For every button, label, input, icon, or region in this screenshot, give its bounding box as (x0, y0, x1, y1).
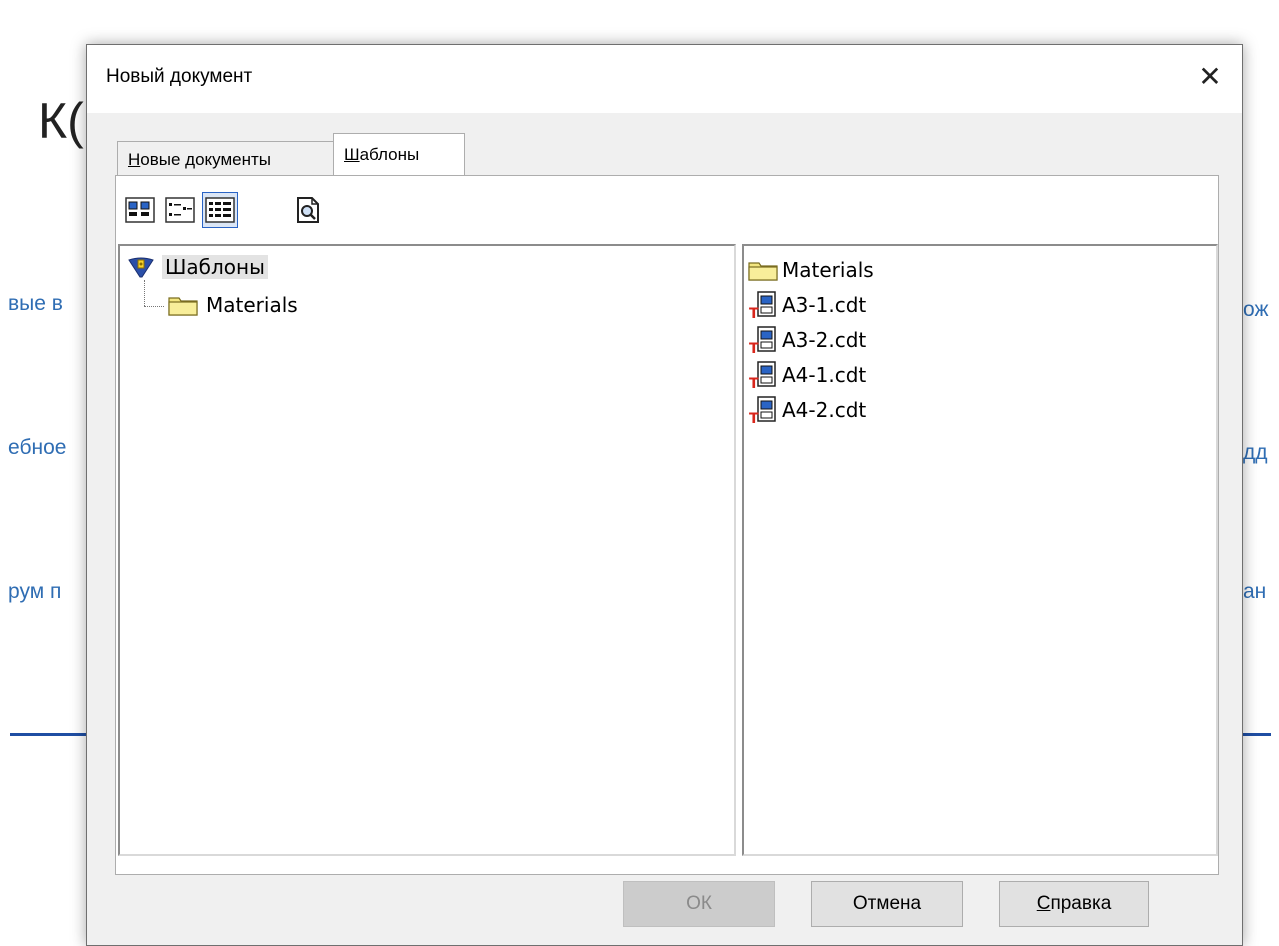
dialog-titlebar: Новый документ ✕ (87, 45, 1242, 113)
svg-text:T: T (749, 341, 759, 355)
large-icons-icon (125, 197, 155, 223)
close-button[interactable]: ✕ (1190, 59, 1230, 95)
template-file-icon: T (749, 395, 776, 425)
folder-icon (748, 261, 778, 281)
background-link[interactable]: ож (1243, 298, 1269, 322)
tree-connector (144, 306, 164, 307)
background-link[interactable]: ебное (8, 436, 66, 460)
file-name: Materials (782, 257, 874, 282)
template-file-icon: T (749, 360, 776, 390)
list-view-icon (165, 197, 195, 223)
tab-mnemonic: Ш (344, 145, 360, 164)
tree-root-label: Шаблоны (162, 255, 268, 279)
preview-button[interactable] (290, 192, 326, 228)
tab-label: овые документы (140, 150, 272, 169)
template-file-icon: T (749, 290, 776, 320)
background-link[interactable]: ан (1243, 580, 1266, 604)
help-label: правка (1050, 893, 1112, 914)
tab-strip: Новые документы Шаблоны (117, 133, 1217, 175)
tab-label: аблоны (359, 145, 420, 164)
view-toolbar (122, 192, 422, 232)
file-item-template[interactable]: T А3-1.cdt (748, 287, 874, 322)
file-list: Materials T А3-1.cdt T А3-2.cdt T А4-1.c… (748, 252, 874, 427)
file-item-template[interactable]: T А3-2.cdt (748, 322, 874, 357)
background-page-title: К( (38, 93, 84, 149)
close-icon: ✕ (1198, 60, 1222, 93)
file-list-pane[interactable]: Materials T А3-1.cdt T А3-2.cdt T А4-1.c… (742, 244, 1218, 856)
svg-text:T: T (749, 306, 759, 320)
tree-item-materials[interactable]: Materials (168, 290, 298, 320)
background-link[interactable]: дд (1243, 441, 1268, 465)
view-large-icons-button[interactable] (122, 192, 158, 228)
help-button[interactable]: Справка (999, 881, 1149, 927)
new-document-dialog: Новый документ ✕ Новые документы Шаблоны (86, 44, 1243, 946)
templates-root-icon (128, 257, 154, 278)
file-item-folder[interactable]: Materials (748, 252, 874, 287)
help-mnemonic: С (1036, 893, 1051, 914)
tree-item-label: Materials (206, 293, 298, 317)
templates-tab-panel: Шаблоны Materials Materials T А3-1.cdt T… (115, 175, 1219, 875)
tab-new-documents[interactable]: Новые документы (117, 141, 333, 175)
tab-templates[interactable]: Шаблоны (333, 133, 465, 175)
svg-text:T: T (749, 376, 759, 390)
folder-tree-pane[interactable]: Шаблоны Materials (118, 244, 736, 856)
background-divider (1241, 733, 1271, 736)
view-details-button[interactable] (202, 192, 238, 228)
ok-button[interactable]: ОК (623, 881, 775, 927)
tree-root-item[interactable]: Шаблоны (128, 252, 268, 282)
cancel-button[interactable]: Отмена (811, 881, 963, 927)
file-name: А3-2.cdt (782, 327, 867, 352)
background-divider (10, 733, 90, 736)
template-file-icon: T (749, 325, 776, 355)
dialog-title: Новый документ (106, 66, 253, 87)
preview-icon (297, 197, 319, 223)
svg-text:T: T (749, 411, 759, 425)
background-link[interactable]: вые в (8, 292, 63, 316)
file-name: А3-1.cdt (782, 292, 867, 317)
file-name: А4-2.cdt (782, 397, 867, 422)
view-list-button[interactable] (162, 192, 198, 228)
tree-connector (144, 280, 145, 306)
details-view-icon (205, 197, 235, 223)
file-item-template[interactable]: T А4-2.cdt (748, 392, 874, 427)
background-link[interactable]: рум п (8, 580, 61, 604)
file-name: А4-1.cdt (782, 362, 867, 387)
folder-icon (168, 297, 198, 316)
file-item-template[interactable]: T А4-1.cdt (748, 357, 874, 392)
tab-mnemonic: Н (128, 150, 141, 169)
